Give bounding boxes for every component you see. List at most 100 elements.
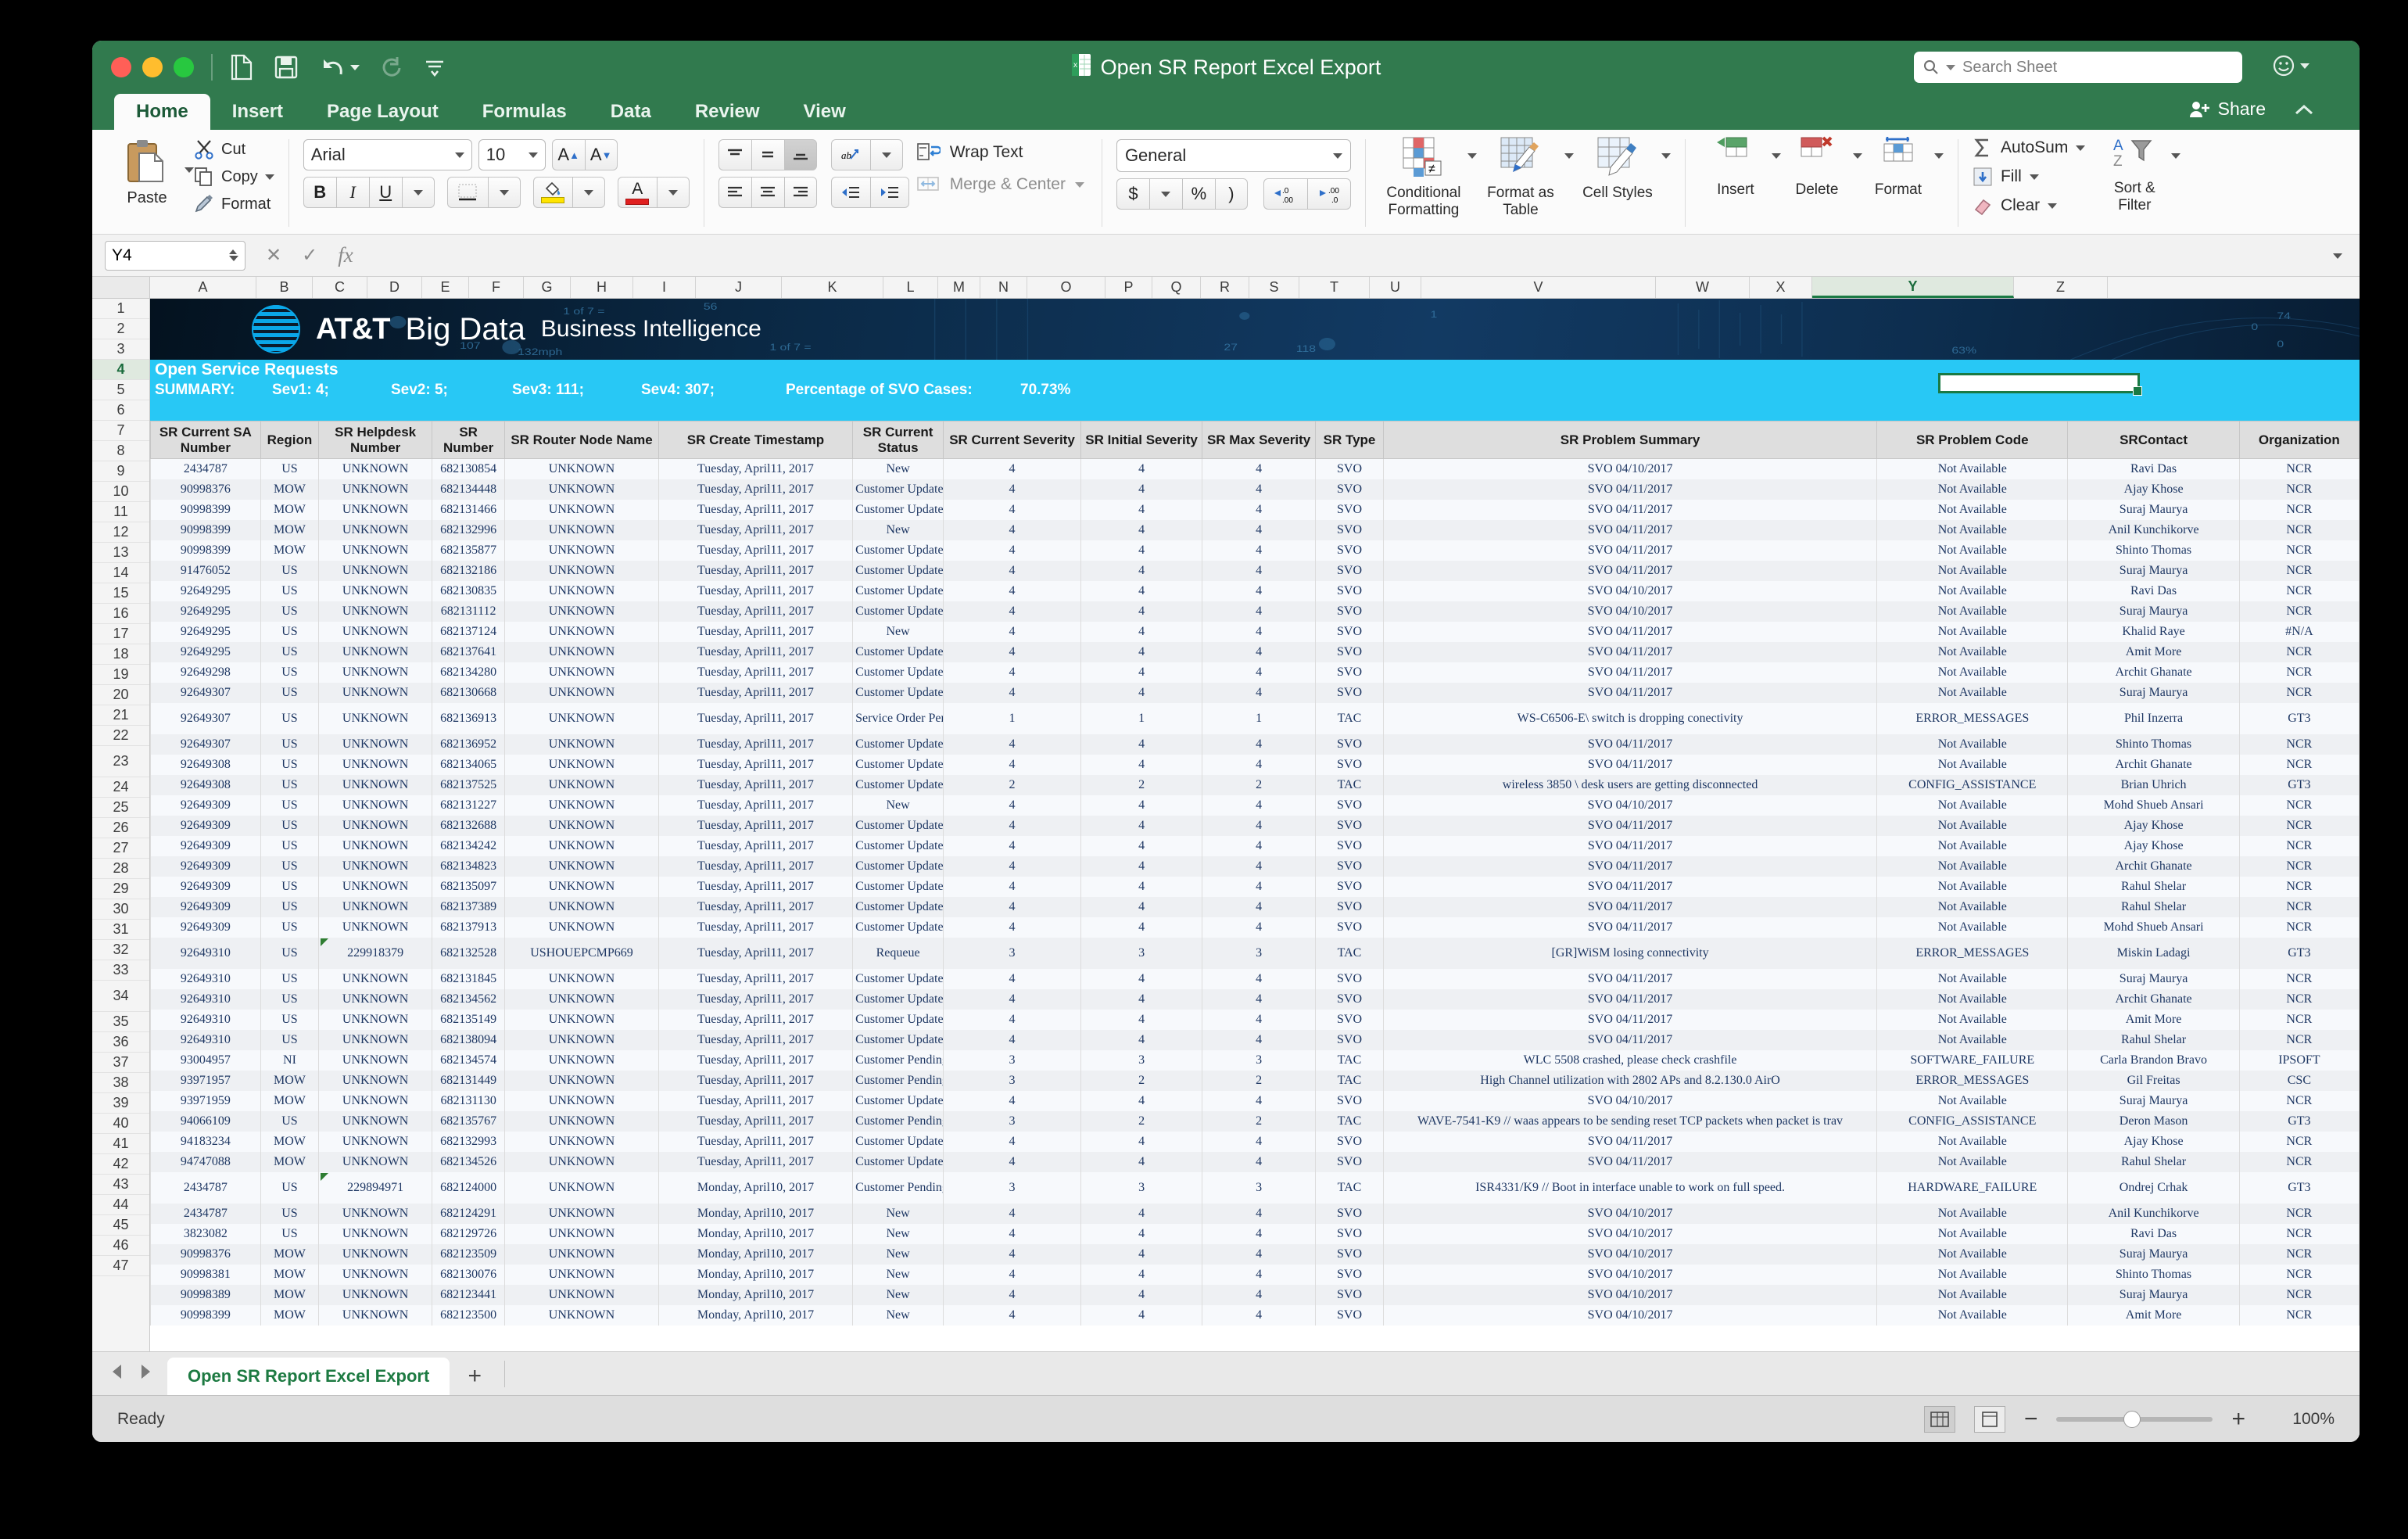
table-cell[interactable]: 4	[1080, 795, 1203, 816]
table-cell[interactable]: 90998399	[150, 499, 261, 520]
table-cell[interactable]: IPSOFT	[2238, 1049, 2360, 1071]
table-cell[interactable]: 4	[1080, 1029, 1203, 1050]
table-cell[interactable]: UNKNOWN	[318, 1203, 433, 1224]
table-cell[interactable]: 2434787	[150, 1171, 261, 1204]
table-cell[interactable]: 90998376	[150, 479, 261, 500]
table-cell[interactable]: Suraj Maurya	[2067, 1090, 2240, 1111]
table-cell[interactable]: 4	[1202, 560, 1317, 581]
table-cell[interactable]: Shinto Thomas	[2067, 734, 2240, 755]
table-cell[interactable]: Ajay Khose	[2067, 815, 2240, 836]
table-cell[interactable]: 682130076	[432, 1264, 506, 1285]
table-cell[interactable]: 92649307	[150, 734, 261, 755]
table-cell[interactable]: SVO 04/11/2017	[1382, 560, 1878, 581]
table-cell[interactable]: 682124000	[432, 1171, 506, 1204]
table-cell[interactable]: 4	[1202, 896, 1317, 917]
table-cell[interactable]: High Channel utilization with 2802 APs a…	[1382, 1070, 1878, 1091]
sort-filter-dropdown-icon[interactable]	[2171, 153, 2181, 159]
table-cell[interactable]: UNKNOWN	[318, 1110, 433, 1132]
next-sheet-icon[interactable]	[138, 1363, 153, 1384]
table-cell[interactable]: UNKNOWN	[504, 795, 659, 816]
table-cell[interactable]: 4	[1202, 1264, 1317, 1285]
table-cell[interactable]: UNKNOWN	[318, 519, 433, 540]
table-cell[interactable]: GT3	[2238, 937, 2360, 969]
table-cell[interactable]: Carla Brandon Bravo	[2067, 1049, 2240, 1071]
table-cell[interactable]: 4	[943, 1151, 1081, 1172]
table-cell[interactable]: 4	[943, 560, 1081, 581]
table-cell[interactable]: NCR	[2238, 1009, 2360, 1030]
table-cell[interactable]: Tuesday, April11, 2017	[658, 641, 854, 662]
row-header-32[interactable]: 32	[92, 940, 149, 960]
table-cell[interactable]: SVO	[1315, 601, 1384, 622]
table-cell[interactable]: 92649309	[150, 896, 261, 917]
row-header-47[interactable]: 47	[92, 1256, 149, 1276]
table-cell[interactable]: 682131466	[432, 499, 506, 520]
table-row[interactable]: 92649309 US UNKNOWN 682134242 UNKNOWN Tuesday…	[150, 835, 2360, 856]
table-cell[interactable]: Tuesday, April11, 2017	[658, 458, 854, 479]
font-size-select[interactable]: 10	[478, 139, 546, 170]
table-cell[interactable]: SVO	[1315, 795, 1384, 816]
table-cell[interactable]: GT3	[2238, 774, 2360, 795]
table-cell[interactable]: SVO 04/11/2017	[1382, 1009, 1878, 1030]
table-cell[interactable]: 4	[1080, 641, 1203, 662]
table-cell[interactable]: US	[260, 734, 320, 755]
table-cell[interactable]: MOW	[260, 1264, 320, 1285]
table-cell[interactable]: SVO 04/11/2017	[1382, 621, 1878, 642]
table-cell[interactable]: 94183234	[150, 1131, 261, 1152]
table-cell[interactable]: SVO 04/11/2017	[1382, 519, 1878, 540]
table-cell[interactable]: 682132528	[432, 937, 506, 969]
table-cell[interactable]: UNKNOWN	[318, 1009, 433, 1030]
clear-button[interactable]: Clear	[1973, 196, 2085, 216]
table-cell[interactable]: Tuesday, April11, 2017	[658, 540, 854, 561]
cancel-formula-icon[interactable]: ✕	[266, 244, 281, 267]
table-cell[interactable]: NI	[260, 1049, 320, 1071]
column-header-D[interactable]: D	[367, 277, 422, 298]
redo-icon[interactable]	[380, 56, 403, 79]
table-cell[interactable]: Tuesday, April11, 2017	[658, 774, 854, 795]
table-cell[interactable]: Not Available	[1876, 988, 2069, 1010]
table-cell[interactable]: 2	[1202, 1070, 1317, 1091]
table-cell[interactable]: 682131227	[432, 795, 506, 816]
table-cell[interactable]: 4	[1080, 917, 1203, 938]
table-cell[interactable]: Not Available	[1876, 662, 2069, 683]
cell-styles-button[interactable]: Cell Styles	[1574, 135, 1661, 202]
table-cell[interactable]: 4	[943, 641, 1081, 662]
table-cell[interactable]: US	[260, 876, 320, 897]
table-cell[interactable]: GT3	[2238, 1171, 2360, 1204]
column-header-R[interactable]: R	[1201, 277, 1249, 298]
table-cell[interactable]: UNKNOWN	[318, 815, 433, 836]
table-cell[interactable]: US	[260, 917, 320, 938]
tab-review[interactable]: Review	[673, 94, 782, 130]
table-cell[interactable]: NCR	[2238, 1090, 2360, 1111]
row-header-37[interactable]: 37	[92, 1053, 149, 1073]
table-cell[interactable]: NCR	[2238, 1304, 2360, 1326]
column-header-V[interactable]: V	[1421, 277, 1656, 298]
table-cell[interactable]: UNKNOWN	[318, 1243, 433, 1265]
table-cell[interactable]: Monday, April10, 2017	[658, 1264, 854, 1285]
table-cell[interactable]: Ravi Das	[2067, 458, 2240, 479]
table-cell[interactable]: 4	[943, 856, 1081, 877]
cut-button[interactable]: Cut	[194, 139, 274, 160]
table-cell[interactable]: Not Available	[1876, 479, 2069, 500]
table-cell[interactable]: Customer Pending	[852, 1171, 944, 1204]
table-cell[interactable]: TAC	[1315, 1070, 1384, 1091]
table-cell[interactable]: Customer Updated	[852, 917, 944, 938]
borders-button[interactable]	[446, 177, 488, 208]
table-row[interactable]: 92649310 US 229918379 682132528 USHOUEPCMP66…	[150, 937, 2360, 969]
table-cell[interactable]: 4	[1202, 1009, 1317, 1030]
table-cell[interactable]: UNKNOWN	[504, 835, 659, 856]
table-cell[interactable]: NCR	[2238, 540, 2360, 561]
align-top-button[interactable]	[718, 139, 751, 170]
table-cell[interactable]: SVO	[1315, 835, 1384, 856]
table-cell[interactable]: Not Available	[1876, 1090, 2069, 1111]
table-cell[interactable]: Customer Updated	[852, 835, 944, 856]
table-cell[interactable]: 682134242	[432, 835, 506, 856]
table-cell[interactable]: UNKNOWN	[318, 856, 433, 877]
table-cell[interactable]: UNKNOWN	[504, 479, 659, 500]
table-cell[interactable]: UNKNOWN	[318, 835, 433, 856]
table-cell[interactable]: SVO	[1315, 876, 1384, 897]
table-cell[interactable]: Mohd Shueb Ansari	[2067, 795, 2240, 816]
table-cell[interactable]: 2	[1080, 774, 1203, 795]
table-cell[interactable]: 92649307	[150, 682, 261, 703]
column-header-Q[interactable]: Q	[1152, 277, 1201, 298]
cell-styles-dropdown-icon[interactable]	[1661, 153, 1671, 159]
